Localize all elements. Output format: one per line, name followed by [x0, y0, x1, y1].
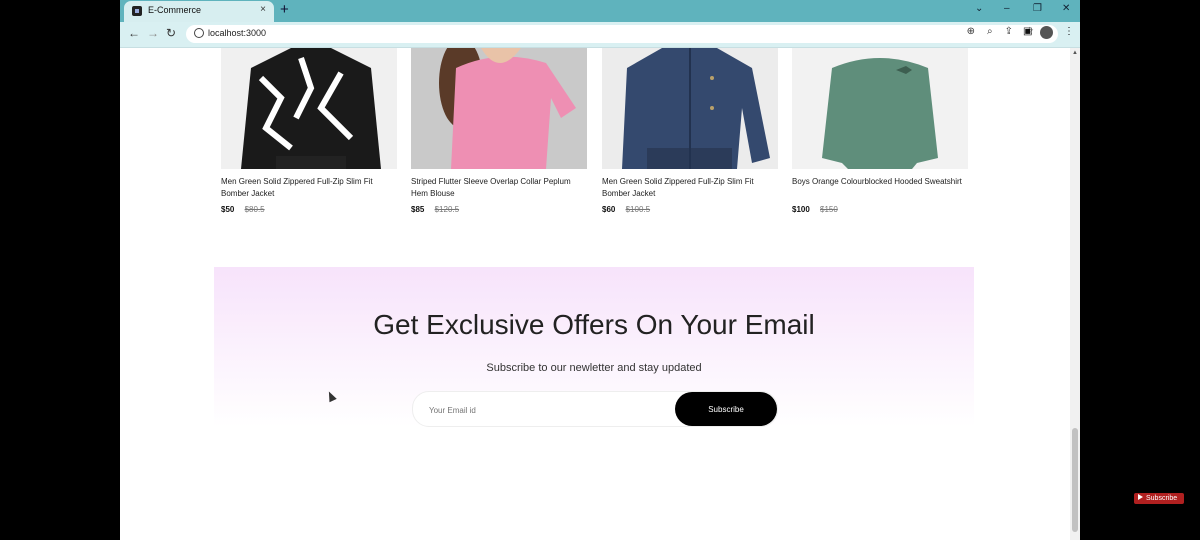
- old-price: $100.5: [625, 205, 651, 214]
- product-prices: $100 $150: [792, 205, 838, 214]
- newsletter-heading: Get Exclusive Offers On Your Email: [373, 309, 815, 340]
- product-prices: $60 $100.5: [602, 205, 650, 214]
- side-panel-icon[interactable]: ▣: [1023, 26, 1032, 37]
- product-prices: $85 $120.5: [411, 205, 459, 214]
- overlay-label: Subscribe: [1146, 495, 1178, 502]
- close-tab-icon[interactable]: ×: [260, 4, 266, 15]
- subscribe-button[interactable]: Subscribe: [675, 392, 777, 426]
- product-name[interactable]: Men Green Solid Zippered Full-Zip Slim F…: [602, 176, 778, 200]
- page-viewport: Men Green Solid Zippered Full-Zip Slim F…: [120, 48, 1068, 540]
- browser-window: E-Commerce × + ⌄ – ❐ ✕ ← → ↻ localhost:3…: [120, 0, 1080, 540]
- reload-icon[interactable]: ↻: [166, 26, 176, 40]
- old-price: $80.5: [244, 205, 265, 214]
- new-price: $85: [411, 205, 425, 214]
- product-grid: Men Green Solid Zippered Full-Zip Slim F…: [221, 48, 981, 228]
- product-prices: $50 $80.5: [221, 205, 265, 214]
- youtube-subscribe-overlay[interactable]: Subscribe: [1134, 493, 1184, 504]
- product-image[interactable]: [411, 48, 587, 169]
- tab-title: E-Commerce: [148, 5, 202, 15]
- new-price: $50: [221, 205, 235, 214]
- menu-kebab-icon[interactable]: ⋮: [1064, 26, 1074, 37]
- product-name[interactable]: Striped Flutter Sleeve Overlap Collar Pe…: [411, 176, 587, 200]
- page-scrollbar[interactable]: ▲: [1070, 48, 1080, 540]
- product-name[interactable]: Men Green Solid Zippered Full-Zip Slim F…: [221, 176, 397, 200]
- close-window-icon[interactable]: ✕: [1062, 3, 1070, 14]
- browser-toolbar: ← → ↻ localhost:3000 ⊕ ⌕ ⇪ ☆ ▣ ⋮: [120, 22, 1080, 48]
- favicon-icon: [132, 6, 142, 16]
- new-price: $60: [602, 205, 616, 214]
- product-name[interactable]: Boys Orange Colourblocked Hooded Sweatsh…: [792, 176, 968, 188]
- back-icon[interactable]: ←: [128, 26, 140, 40]
- old-price: $120.5: [434, 205, 460, 214]
- share-icon[interactable]: ⇪: [1005, 26, 1013, 37]
- install-icon[interactable]: ⊕: [967, 26, 975, 37]
- restore-icon[interactable]: ❐: [1033, 3, 1042, 14]
- address-bar[interactable]: localhost:3000 ⊕ ⌕ ⇪ ☆: [186, 25, 1058, 43]
- site-info-icon[interactable]: [194, 28, 204, 38]
- url-text[interactable]: localhost:3000: [208, 28, 266, 38]
- email-input[interactable]: [427, 400, 671, 420]
- forward-icon[interactable]: →: [147, 26, 159, 40]
- scroll-up-icon[interactable]: ▲: [1072, 50, 1078, 56]
- tab-ecommerce[interactable]: E-Commerce ×: [124, 1, 274, 22]
- product-image[interactable]: [792, 48, 968, 169]
- new-tab-button[interactable]: +: [280, 1, 289, 18]
- tab-search-icon[interactable]: ⌄: [975, 3, 983, 14]
- minimize-icon[interactable]: –: [1004, 3, 1010, 14]
- product-image[interactable]: [602, 48, 778, 169]
- old-price: $150: [820, 205, 838, 214]
- newsletter-section: Get Exclusive Offers On Your Email Subsc…: [214, 267, 974, 467]
- profile-avatar-icon[interactable]: [1040, 26, 1053, 39]
- newsletter-subtitle: Subscribe to our newletter and stay upda…: [486, 362, 702, 374]
- new-price: $100: [792, 205, 810, 214]
- scrollbar-thumb[interactable]: [1072, 428, 1078, 532]
- email-form: Subscribe: [412, 391, 778, 427]
- product-image[interactable]: [221, 48, 397, 169]
- zoom-icon[interactable]: ⌕: [987, 26, 993, 37]
- play-icon: [1138, 494, 1143, 500]
- tab-bar: E-Commerce × + ⌄ – ❐ ✕: [120, 0, 1080, 22]
